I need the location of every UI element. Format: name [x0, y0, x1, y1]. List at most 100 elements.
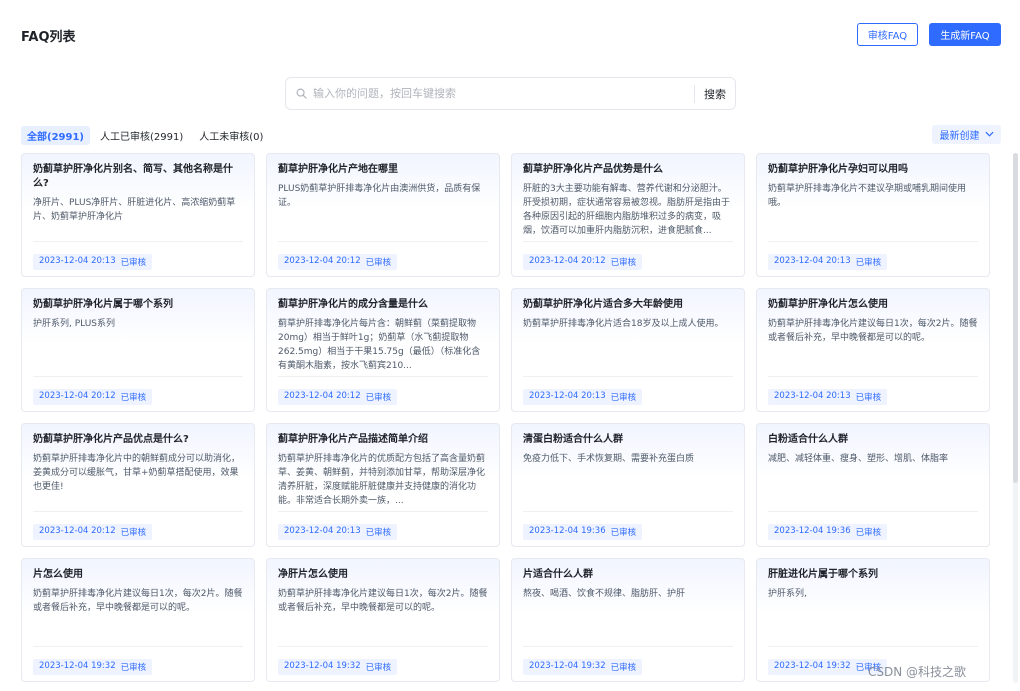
faq-date: 2023-12-04 19:32	[529, 661, 606, 671]
faq-answer: 奶蓟草护肝排毒净化片适合18岁及以上成人使用。	[523, 319, 724, 329]
search-button[interactable]: 搜索	[695, 86, 735, 102]
tab-unreviewed[interactable]: 人工未审核(0)	[193, 126, 269, 145]
status-badge: 2023-12-04 20:12 已审核	[278, 254, 398, 270]
faq-card[interactable]: 白粉适合什么人群 减肥、减轻体重、瘦身、塑形、增肌、体脂率 2023-12-04 1…	[756, 423, 990, 547]
faq-date: 2023-12-04 20:13	[529, 391, 606, 401]
status-badge: 2023-12-04 19:32 已审核	[523, 659, 643, 675]
faq-card-footer: 2023-12-04 19:32 已审核	[278, 646, 488, 675]
faq-status: 已审核	[120, 663, 147, 673]
faq-card-footer: 2023-12-04 20:12 已审核	[33, 511, 243, 540]
status-badge: 2023-12-04 20:12 已审核	[33, 389, 153, 405]
faq-card-footer: 2023-12-04 19:36 已审核	[768, 511, 978, 540]
faq-question: 奶蓟草护肝净化片适合多大年龄使用	[523, 299, 683, 310]
faq-date: 2023-12-04 20:12	[39, 391, 116, 401]
tab-reviewed[interactable]: 人工已审核(2991)	[94, 126, 189, 145]
faq-page: FAQ列表 审核FAQ 生成新FAQ 搜索 全部(2991) 人工已审核(299…	[0, 0, 1020, 691]
watermark: CSDN @科技之歌	[868, 665, 967, 679]
faq-card[interactable]: 蓟草护肝净化片的成分含量是什么蓟草护肝排毒净化片每片含：朝鲜蓟（菜蓟提取物20m…	[266, 288, 500, 412]
page-title: FAQ列表	[21, 30, 76, 45]
faq-answer: 奶蓟草护肝排毒净化片不建议孕期或哺乳期间使用哦。	[768, 184, 967, 208]
faq-answer: 护肝系列, PLUS系列	[33, 319, 116, 329]
faq-answer: PLUS奶蓟草护肝排毒净化片由澳洲供货，品质有保证。	[278, 184, 481, 208]
faq-status: 已审核	[855, 258, 882, 268]
status-badge: 2023-12-04 19:32 已审核	[33, 659, 153, 675]
status-badge: 2023-12-04 20:13 已审核	[278, 524, 398, 540]
faq-status: 已审核	[120, 258, 147, 268]
faq-answer: 护肝系列,	[768, 589, 807, 599]
faq-date: 2023-12-04 20:13	[774, 391, 851, 401]
faq-question: 奶蓟草护肝净化片别名、简写、其他名称是什么?	[33, 164, 233, 189]
faq-date: 2023-12-04 19:32	[39, 661, 116, 671]
faq-question: 奶蓟草护肝净化片产品优点是什么?	[33, 434, 189, 445]
faq-date: 2023-12-04 19:36	[774, 526, 851, 536]
faq-card[interactable]: 净肝片怎么使用 奶蓟草护肝排毒净化片建议每日1次，每次2片。随餐或者餐后补充，早中…	[266, 558, 500, 682]
faq-answer: 奶蓟草护肝排毒净化片中的朝鲜蓟成分可以助消化，姜黄成分可以缓胀气，甘草+奶蓟草搭…	[33, 454, 241, 492]
faq-question: 白粉适合什么人群	[768, 434, 848, 445]
faq-answer: 肝脏的3大主要功能有解毒、营养代谢和分泌胆汁。肝受损初期，症状通常容易被忽视。脂…	[523, 184, 731, 236]
faq-card-footer: 2023-12-04 20:12 已审核	[278, 376, 488, 405]
faq-card[interactable]: 蓟草护肝净化片产品优势是什么肝脏的3大主要功能有解毒、营养代谢和分泌胆汁。肝受损…	[511, 153, 745, 277]
status-badge: 2023-12-04 20:13 已审核	[523, 389, 643, 405]
chevron-down-icon	[984, 129, 994, 140]
faq-card-footer: 2023-12-04 20:13 已审核	[523, 376, 733, 405]
faq-answer: 奶蓟草护肝排毒净化片建议每日1次，每次2片。随餐或者餐后补充，早中晚餐都是可以的…	[33, 589, 243, 613]
faq-card[interactable]: 片怎么使用奶蓟草护肝排毒净化片建议每日1次，每次2片。随餐或者餐后补充，早中晚餐…	[21, 558, 255, 682]
status-badge: 2023-12-04 19:32 已审核	[278, 659, 398, 675]
status-badge: 2023-12-04 20:12 已审核	[278, 389, 398, 405]
faq-question: 净肝片怎么使用	[278, 569, 348, 580]
faq-question: 片适合什么人群	[523, 569, 593, 580]
faq-status: 已审核	[855, 393, 882, 403]
faq-question: 肝脏进化片属于哪个系列	[768, 569, 878, 580]
faq-card[interactable]: 片适合什么人群熬夜、喝酒、饮食不规律、脂肪肝、护肝 2023-12-04 19:3…	[511, 558, 745, 682]
faq-card[interactable]: 蓟草护肝净化片产品描述简单介绍 奶蓟草护肝排毒净化片的优质配方包括了高含量奶蓟草、…	[266, 423, 500, 547]
faq-card-footer: 2023-12-04 19:32 已审核	[523, 646, 733, 675]
faq-answer: 熬夜、喝酒、饮食不规律、脂肪肝、护肝	[523, 589, 686, 599]
faq-card[interactable]: 奶蓟草护肝净化片产品优点是什么? 奶蓟草护肝排毒净化片中的朝鲜蓟成分可以助消化，姜…	[21, 423, 255, 547]
search-icon	[289, 88, 313, 99]
scrollbar[interactable]	[1013, 153, 1018, 683]
faq-date: 2023-12-04 19:32	[284, 661, 361, 671]
faq-answer: 奶蓟草护肝排毒净化片建议每日1次，每次2片。随餐或者餐后补充，早中晚餐都是可以的…	[768, 319, 978, 343]
faq-card[interactable]: 奶蓟草护肝净化片属于哪个系列 护肝系列, PLUS系列 2023-12-04 20:…	[21, 288, 255, 412]
search-input[interactable]	[313, 78, 694, 109]
faq-question: 清蛋白粉适合什么人群	[523, 434, 623, 445]
faq-card-footer: 2023-12-04 20:12 已审核	[33, 376, 243, 405]
faq-status: 已审核	[120, 393, 147, 403]
review-faq-button[interactable]: 审核FAQ	[857, 23, 918, 46]
faq-card[interactable]: 奶蓟草护肝净化片怎么使用奶蓟草护肝排毒净化片建议每日1次，每次2片。随餐或者餐后…	[756, 288, 990, 412]
filter-tabs: 全部(2991) 人工已审核(2991) 人工未审核(0)	[21, 125, 269, 145]
faq-question: 蓟草护肝净化片产品描述简单介绍	[278, 434, 428, 445]
faq-date: 2023-12-04 20:13	[39, 256, 116, 266]
tab-all[interactable]: 全部(2991)	[21, 125, 90, 145]
faq-card[interactable]: 奶蓟草护肝净化片适合多大年龄使用奶蓟草护肝排毒净化片适合18岁及以上成人使用。 2…	[511, 288, 745, 412]
generate-faq-button[interactable]: 生成新FAQ	[929, 23, 1001, 46]
sort-label: 最新创建	[939, 131, 980, 142]
faq-card[interactable]: 奶蓟草护肝净化片别名、简写、其他名称是什么? 净肝片、PLUS净肝片、肝脏进化片、…	[21, 153, 255, 277]
scrollbar-thumb[interactable]	[1013, 153, 1018, 483]
status-badge: 2023-12-04 19:36 已审核	[523, 524, 643, 540]
faq-card-footer: 2023-12-04 20:13 已审核	[278, 511, 488, 540]
faq-status: 已审核	[120, 528, 147, 538]
faq-question: 蓟草护肝净化片产地在哪里	[278, 164, 398, 175]
faq-status: 已审核	[610, 258, 637, 268]
faq-question: 蓟草护肝净化片产品优势是什么	[523, 164, 663, 175]
faq-status: 已审核	[610, 528, 637, 538]
faq-card[interactable]: 蓟草护肝净化片产地在哪里 PLUS奶蓟草护肝排毒净化片由澳洲供货，品质有保证。 20…	[266, 153, 500, 277]
faq-question: 蓟草护肝净化片的成分含量是什么	[278, 299, 428, 310]
faq-question: 奶蓟草护肝净化片怎么使用	[768, 299, 888, 310]
status-badge: 2023-12-04 20:13 已审核	[33, 254, 153, 270]
faq-answer: 净肝片、PLUS净肝片、肝脏进化片、高浓缩奶蓟草片、奶蓟草护肝净化片	[33, 198, 236, 222]
sort-dropdown[interactable]: 最新创建	[932, 125, 1001, 144]
faq-status: 已审核	[365, 258, 392, 268]
faq-card-footer: 2023-12-04 20:13 已审核	[768, 376, 978, 405]
faq-question: 片怎么使用	[33, 569, 83, 580]
faq-card[interactable]: 奶蓟草护肝净化片孕妇可以用吗 奶蓟草护肝排毒净化片不建议孕期或哺乳期间使用哦。 20…	[756, 153, 990, 277]
faq-date: 2023-12-04 19:36	[529, 526, 606, 536]
faq-card-grid: 奶蓟草护肝净化片别名、简写、其他名称是什么? 净肝片、PLUS净肝片、肝脏进化片、…	[21, 153, 990, 682]
status-badge: 2023-12-04 20:12 已审核	[33, 524, 153, 540]
faq-answer: 蓟草护肝排毒净化片每片含：朝鲜蓟（菜蓟提取物20mg）相当于鲜叶1g；奶蓟草（水…	[278, 319, 481, 371]
faq-card[interactable]: 清蛋白粉适合什么人群 免疫力低下、手术恢复期、需要补充蛋白质 2023-12-04 …	[511, 423, 745, 547]
status-badge: 2023-12-04 20:13 已审核	[768, 254, 888, 270]
faq-card-footer: 2023-12-04 20:12 已审核	[523, 241, 733, 270]
faq-date: 2023-12-04 20:12	[529, 256, 606, 266]
